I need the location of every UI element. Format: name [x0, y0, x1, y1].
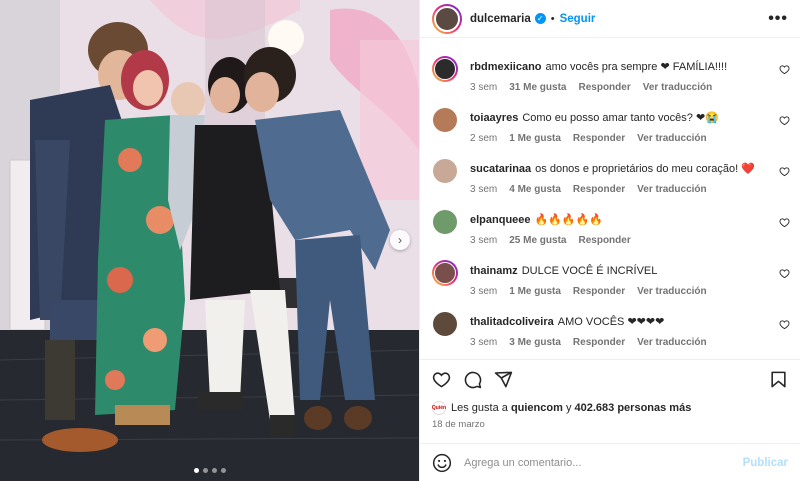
comment-like-heart-icon[interactable] — [779, 115, 790, 126]
carousel-dot — [193, 468, 199, 473]
comment-username[interactable]: thainamz — [470, 265, 518, 277]
post-date[interactable]: 18 de marzo — [420, 417, 800, 435]
comment-avatar[interactable] — [432, 209, 458, 235]
comment-username[interactable]: sucatarinaa — [470, 163, 531, 175]
carousel-dot — [220, 468, 226, 473]
comment-text: os donos e proprietários do meu coração!… — [535, 163, 755, 175]
post-side-panel: dulcemaria ✓ • Seguir ••• rbdmexiicano am… — [419, 0, 800, 481]
post-photo[interactable]: › — [0, 0, 419, 481]
add-comment-bar: Publicar — [420, 443, 800, 481]
follow-button[interactable]: Seguir — [560, 13, 596, 25]
comment-item: toiaayres Como eu posso amar tanto vocês?… — [420, 93, 800, 144]
comment-likes[interactable]: 25 Me gusta — [509, 235, 566, 246]
likes-prefix: Les gusta a — [451, 402, 511, 414]
verified-badge-icon: ✓ — [534, 13, 546, 24]
comment-like-heart-icon[interactable] — [779, 319, 790, 330]
liker-logo-text: Quién — [431, 405, 447, 411]
comment-text: amo vocês pra sempre ❤ FAMÍLIA!!!! — [545, 61, 728, 73]
translate-button[interactable]: Ver traducción — [637, 133, 706, 144]
translate-button[interactable]: Ver traducción — [637, 337, 706, 348]
comment-avatar[interactable] — [432, 158, 458, 184]
comment-item: thalitadcoliveira AMO VOCÊS ❤❤❤❤ 3 sem 3 … — [420, 297, 800, 348]
comment-time[interactable]: 2 sem — [470, 133, 497, 144]
comment-text: AMO VOCÊS ❤❤❤❤ — [557, 316, 665, 328]
author-username[interactable]: dulcemaria — [470, 13, 531, 25]
publish-button[interactable]: Publicar — [743, 457, 788, 469]
comment-text: DULCE VOCÊ É INCRÍVEL — [521, 265, 658, 277]
comment-avatar[interactable] — [432, 311, 458, 337]
likes-count[interactable]: 402.683 personas más — [575, 402, 692, 414]
comment-item: thainamz DULCE VOCÊ É INCRÍVEL 3 sem 1 Me… — [420, 246, 800, 297]
carousel-dots — [0, 468, 419, 473]
comment-avatar[interactable] — [432, 260, 458, 286]
reply-button[interactable]: Responder — [578, 82, 630, 93]
comment-item: elpanqueee 🔥🔥🔥🔥🔥 3 sem 25 Me gusta Respon… — [420, 195, 800, 246]
translate-button[interactable]: Ver traducción — [637, 184, 706, 195]
comment-like-heart-icon[interactable] — [779, 217, 790, 228]
header-separator: • — [550, 12, 555, 25]
reply-button[interactable]: Responder — [578, 235, 630, 246]
comment-bubble-icon[interactable] — [463, 370, 482, 389]
carousel-next-button[interactable]: › — [390, 230, 410, 250]
emoji-icon[interactable] — [432, 453, 452, 473]
comment-time[interactable]: 3 sem — [470, 286, 497, 297]
comment-likes[interactable]: 1 Me gusta — [509, 286, 561, 297]
carousel-dot — [202, 468, 208, 473]
likes-summary: Quién Les gusta a quiencom y 402.683 per… — [420, 399, 800, 417]
comment-avatar[interactable] — [432, 56, 458, 82]
comment-time[interactable]: 3 sem — [470, 82, 497, 93]
post-header: dulcemaria ✓ • Seguir ••• — [420, 0, 800, 38]
comment-text: 🔥🔥🔥🔥🔥 — [534, 214, 604, 226]
carousel-dot — [211, 468, 217, 473]
share-send-icon[interactable] — [494, 370, 513, 389]
comment-username[interactable]: rbdmexiicano — [470, 61, 542, 73]
reply-button[interactable]: Responder — [573, 184, 625, 195]
comment-avatar[interactable] — [432, 107, 458, 133]
comment-username[interactable]: thalitadcoliveira — [470, 316, 554, 328]
comment-time[interactable]: 3 sem — [470, 235, 497, 246]
comment-like-heart-icon[interactable] — [779, 166, 790, 177]
likes-middle: y — [562, 402, 575, 414]
reply-button[interactable]: Responder — [573, 337, 625, 348]
comment-like-heart-icon[interactable] — [779, 268, 790, 279]
translate-button[interactable]: Ver traducción — [637, 286, 706, 297]
translate-button[interactable]: Ver traducción — [643, 82, 712, 93]
comment-likes[interactable]: 1 Me gusta — [509, 133, 561, 144]
comment-time[interactable]: 3 sem — [470, 337, 497, 348]
comment-username[interactable]: toiaayres — [470, 112, 518, 124]
reply-button[interactable]: Responder — [573, 133, 625, 144]
save-bookmark-icon[interactable] — [769, 370, 788, 389]
comment-item: rbdmexiicano amo vocês pra sempre ❤ FAMÍL… — [420, 42, 800, 93]
comments-list[interactable]: rbdmexiicano amo vocês pra sempre ❤ FAMÍL… — [420, 38, 800, 359]
reply-button[interactable]: Responder — [573, 286, 625, 297]
comment-time[interactable]: 3 sem — [470, 184, 497, 195]
post-actions-bar — [420, 359, 800, 399]
comment-input[interactable] — [464, 456, 743, 469]
more-options-icon[interactable]: ••• — [768, 10, 788, 28]
liker-avatar[interactable]: Quién — [432, 401, 446, 415]
comment-likes[interactable]: 31 Me gusta — [509, 82, 566, 93]
comment-item: sucatarinaa os donos e proprietários do m… — [420, 144, 800, 195]
comment-likes[interactable]: 3 Me gusta — [509, 337, 561, 348]
comment-text: Como eu posso amar tanto vocês? ❤😭 — [522, 112, 719, 124]
comment-like-heart-icon[interactable] — [779, 64, 790, 75]
comment-likes[interactable]: 4 Me gusta — [509, 184, 561, 195]
photo-illustration — [0, 0, 419, 481]
liker-username[interactable]: quiencom — [511, 402, 563, 414]
author-avatar[interactable] — [432, 3, 462, 34]
comment-username[interactable]: elpanqueee — [470, 214, 531, 226]
like-heart-icon[interactable] — [432, 370, 451, 389]
